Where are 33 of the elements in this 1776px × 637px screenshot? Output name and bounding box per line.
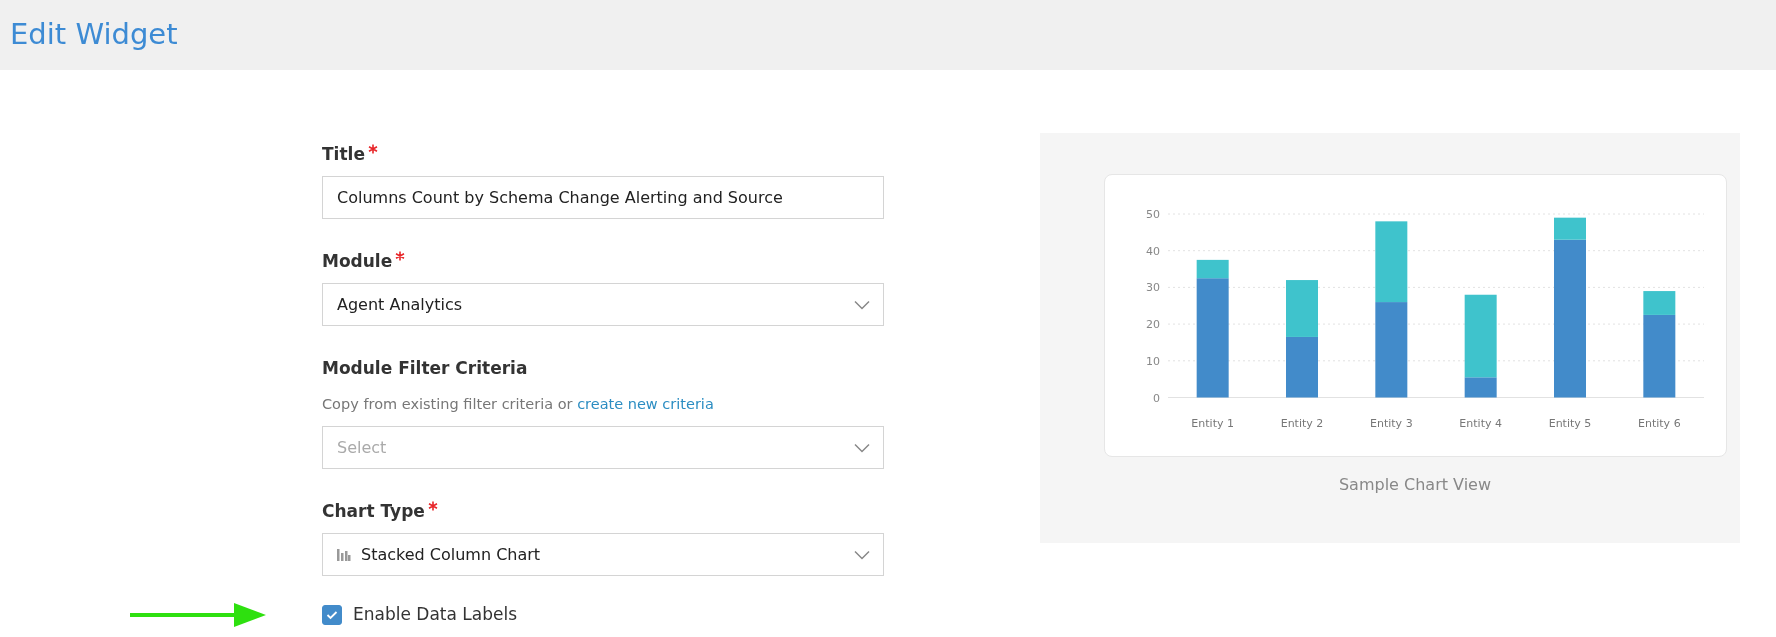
- title-field[interactable]: Columns Count by Schema Change Alerting and Source: [322, 176, 884, 219]
- axis-tick-label: 40: [1145, 244, 1160, 258]
- axis-tick-label: 0: [1152, 391, 1160, 405]
- axis-category-label: Entity 1: [1190, 417, 1234, 430]
- select-field[interactable]: Select: [322, 425, 884, 469]
- field-label: Chart Type: [322, 499, 425, 523]
- axis-category-label: Entity 3: [1369, 417, 1413, 430]
- field-label: Title: [322, 143, 365, 166]
- select-field[interactable]: Stacked Column Chart: [322, 532, 884, 576]
- bar-chart-icon: [337, 547, 351, 561]
- chevron-down-icon: [854, 442, 870, 453]
- page-title: Edit Widget: [10, 16, 178, 54]
- field-label: Module: [322, 250, 393, 273]
- chart-caption: Sample Chart View: [1338, 474, 1492, 496]
- chevron-down-icon: [854, 549, 870, 560]
- select-field[interactable]: Agent Analytics: [322, 283, 884, 326]
- axis-tick-label: 50: [1145, 208, 1160, 221]
- axis-tick-label: 30: [1145, 281, 1160, 295]
- axis-category-label: Entity 4: [1458, 417, 1502, 430]
- field-label: Module Filter Criteria: [322, 357, 528, 380]
- create-link[interactable]: create new criteria: [577, 396, 714, 412]
- chart-bar: [1285, 336, 1318, 398]
- chart-bar: [1285, 280, 1318, 337]
- axis-category-label: Entity 2: [1280, 417, 1323, 430]
- axis-tick-label: 20: [1145, 318, 1160, 332]
- axis-category-label: Entity 5: [1548, 417, 1591, 430]
- hint-text: Copy from existing filter criteria or create new criteria: [322, 395, 715, 414]
- checkbox[interactable]: [322, 604, 342, 625]
- checkmark-icon: [326, 609, 338, 620]
- axis-category-label: Entity 6: [1637, 417, 1681, 430]
- axis-tick-label: 10: [1145, 354, 1160, 368]
- checkbox-label: Enable Data Labels: [353, 603, 518, 626]
- chevron-down-icon: [854, 300, 870, 310]
